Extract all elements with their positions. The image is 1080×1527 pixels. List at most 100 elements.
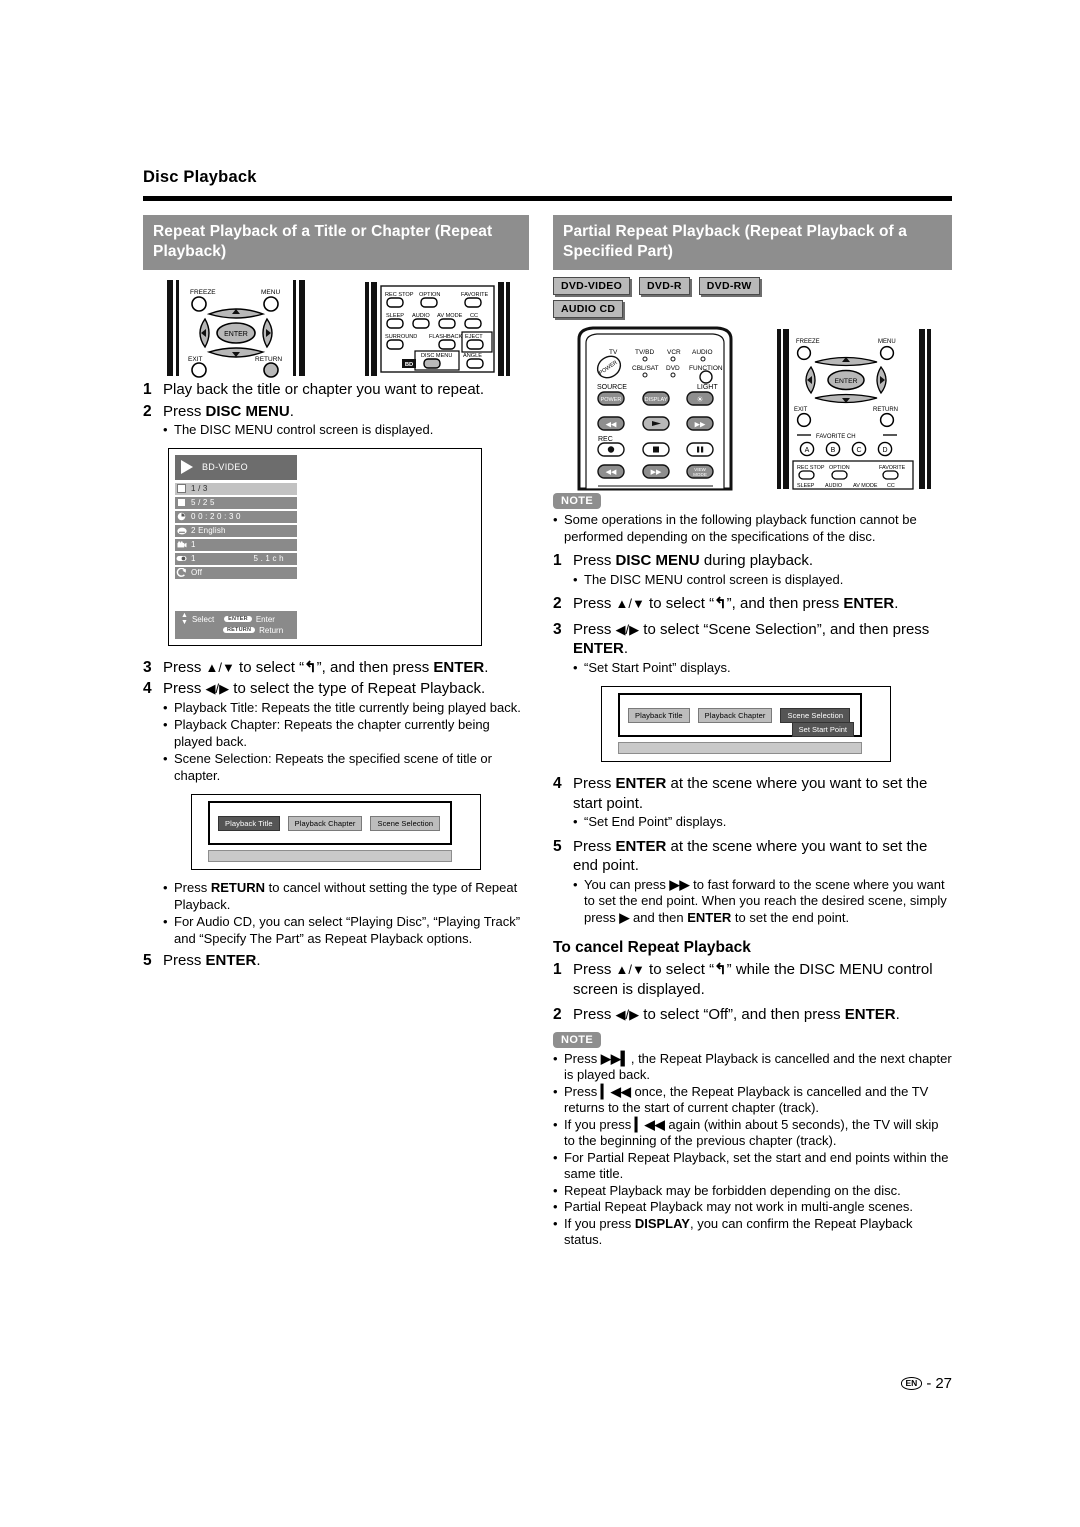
- bullet-item: • Press ▶▶▍, the Repeat Playback is canc…: [553, 1051, 952, 1084]
- remote-nav-and-keypad-illustration: FREEZE MENU ENTER EXIT RETURN REC STOP O…: [167, 280, 510, 378]
- bullet-item: • Some operations in the following playb…: [553, 512, 952, 545]
- row-value-secondary: 5 . 1 c h: [253, 554, 284, 564]
- svg-text:FLASHBACK: FLASHBACK: [429, 334, 463, 340]
- bullet-item: • Scene Selection: Repeats the specified…: [163, 751, 529, 784]
- bullet-text: The DISC MENU control screen is displaye…: [174, 422, 434, 437]
- screen-row-repeat[interactable]: Off: [175, 566, 297, 579]
- step-number: 3: [553, 620, 562, 638]
- bullet-dot: •: [573, 659, 578, 675]
- svg-text:DISPLAY: DISPLAY: [645, 397, 668, 403]
- svg-text:ENTER: ENTER: [224, 331, 248, 338]
- updown-arrow-icon: ▲ ▼: [181, 612, 188, 626]
- remote-main-illustration: TV TV/BD VCR AUDIO CBL/SAT DVD FUNCTION …: [577, 326, 733, 491]
- repeat-type-selector-illustration: Playback Title Playback Chapter Scene Se…: [191, 794, 483, 872]
- step-text: Press ENTER.: [163, 952, 261, 969]
- right-step-1-bullets: • The DISC MENU control screen is displa…: [553, 572, 952, 589]
- selector-playback-chapter-button[interactable]: Playback Chapter: [287, 816, 363, 831]
- selector-inner-frame: Playback Title Playback Chapter Scene Se…: [208, 801, 452, 845]
- bullet-item: • “Set End Point” displays.: [573, 814, 952, 831]
- row-value: Off: [191, 568, 203, 578]
- locale-badge: EN: [900, 1377, 923, 1390]
- step-text: Press ▲/▼ to select “↰” while the DISC M…: [573, 961, 933, 998]
- screen-title-bar: BD-VIDEO: [175, 454, 297, 480]
- bullet-item: • The DISC MENU control screen is displa…: [163, 422, 529, 439]
- row-value: 1 / 3: [191, 484, 208, 494]
- step-text: Play back the title or chapter you want …: [163, 381, 485, 398]
- svg-text:▶▶: ▶▶: [695, 422, 706, 429]
- repeat-glyph-icon: ↰: [304, 658, 317, 676]
- note-badge: NOTE: [553, 1031, 602, 1048]
- svg-text:DISC MENU: DISC MENU: [421, 353, 452, 359]
- legend-line-1: ▲ ▼ Select ENTER Enter: [175, 612, 297, 626]
- screen-row-angle[interactable]: 1: [175, 538, 297, 551]
- repeat-icon: [175, 568, 188, 578]
- legend-enter-label: Enter: [255, 614, 275, 624]
- svg-text:FREEZE: FREEZE: [190, 289, 216, 296]
- svg-text:A: A: [805, 447, 810, 454]
- bullet-item: • If you press ▎◀◀ again (within about 5…: [553, 1117, 952, 1150]
- selector-set-start-point-button[interactable]: Set Start Point: [791, 722, 854, 737]
- legend-select-label: Select: [191, 614, 215, 624]
- bullet-text: Press ▶▶▍, the Repeat Playback is cancel…: [564, 1050, 952, 1083]
- svg-text:TV/BD: TV/BD: [635, 349, 654, 356]
- svg-text:FAVORITE CH: FAVORITE CH: [816, 434, 856, 440]
- bullet-text: Press RETURN to cancel without setting t…: [174, 880, 518, 912]
- play-right-icon: ▶: [619, 909, 630, 925]
- screen-row-subtitle[interactable]: 2 English: [175, 524, 297, 537]
- svg-text:MODE: MODE: [693, 472, 707, 477]
- bullet-item: • Press RETURN to cancel without setting…: [163, 880, 529, 913]
- up-down-arrow-icon: ▲/▼: [615, 962, 645, 977]
- bullet-text: For Audio CD, you can select “Playing Di…: [174, 914, 521, 946]
- screen-row-audio[interactable]: 1 5 . 1 c h: [175, 552, 297, 565]
- step-number: 5: [553, 837, 562, 855]
- screen-row-time[interactable]: 0 0 : 2 0 : 3 0: [175, 510, 297, 523]
- right-step-5-bullets: • You can press ▶▶ to fast forward to th…: [553, 877, 952, 927]
- bullet-item: • For Audio CD, you can select “Playing …: [163, 914, 529, 947]
- bullet-dot: •: [553, 1215, 558, 1231]
- svg-text:REC STOP: REC STOP: [385, 292, 414, 298]
- bullet-text: “Set End Point” displays.: [584, 814, 727, 829]
- right-step-5: 5 Press ENTER at the scene where you wan…: [553, 837, 952, 876]
- skip-prev-icon: ▎◀◀: [634, 1116, 665, 1132]
- selector-playback-title-button[interactable]: Playback Title: [218, 816, 280, 831]
- svg-text:REC: REC: [598, 436, 613, 443]
- svg-text:AUDIO: AUDIO: [825, 483, 842, 489]
- row-value: 1: [191, 554, 196, 564]
- chapter-square-icon: [175, 499, 188, 507]
- selector-outer-frame: Playback Title Playback Chapter Scene Se…: [601, 686, 891, 762]
- right-note-bottom: NOTE: [553, 1030, 952, 1048]
- svg-text:FREEZE: FREEZE: [796, 339, 820, 345]
- selector-playback-title-button[interactable]: Playback Title: [628, 708, 690, 723]
- screen-row-list: 1 / 3 5 / 2 5 0 0 : 2 0 : 3 0 2 English …: [175, 482, 297, 579]
- selector-scene-selection-button[interactable]: Scene Selection: [780, 708, 851, 723]
- svg-text:DVD: DVD: [666, 365, 680, 372]
- svg-text:CC: CC: [887, 483, 895, 489]
- step-number: 2: [553, 1006, 562, 1023]
- disc-type-badges: DVD-VIDEO DVD-R DVD-RW AUDIO CD: [553, 277, 952, 318]
- selector-button-row: Playback Title Playback Chapter Scene Se…: [210, 803, 450, 831]
- row-value: 1: [191, 540, 196, 550]
- left-step-4: 4 Press ◀/▶ to select the type of Repeat…: [143, 679, 529, 699]
- right-step-3-bullets: • “Set Start Point” displays.: [553, 660, 952, 677]
- step-text: Press ◀/▶ to select “Off”, and then pres…: [573, 1006, 900, 1023]
- page-footer: EN - 27: [900, 1375, 952, 1392]
- left-step-3: 3 Press ▲/▼ to select “↰”, and then pres…: [143, 658, 529, 678]
- screen-row-title[interactable]: 1 / 3: [175, 482, 297, 495]
- remote-nav-pad-illustration: FREEZE MENU ENTER EXIT RETURN: [167, 280, 305, 378]
- step-text: Press DISC MENU.: [163, 402, 294, 420]
- svg-text:FAVORITE: FAVORITE: [879, 465, 906, 471]
- screen-row-chapter[interactable]: 5 / 2 5: [175, 496, 297, 509]
- selector-playback-chapter-button[interactable]: Playback Chapter: [697, 708, 773, 723]
- bullet-item: • Partial Repeat Playback may not work i…: [553, 1199, 952, 1216]
- step-text: Press ENTER at the scene where you want …: [573, 837, 928, 875]
- up-down-arrow-icon: ▲/▼: [615, 596, 645, 611]
- svg-text:▶▶: ▶▶: [651, 469, 662, 476]
- left-column: Repeat Playback of a Title or Chapter (R…: [143, 215, 529, 971]
- svg-text:RETURN: RETURN: [873, 407, 898, 413]
- bullet-dot: •: [163, 699, 168, 715]
- screen-frame: BD-VIDEO 1 / 3 5 / 2 5 0 0: 2 0: 3 0 2…: [168, 447, 482, 646]
- full-remote-and-nav-illustration: TV TV/BD VCR AUDIO CBL/SAT DVD FUNCTION …: [577, 326, 931, 491]
- scene-selection-illustration: Playback Title Playback Chapter Scene Se…: [601, 686, 893, 764]
- step-number: 5: [143, 952, 152, 969]
- selector-scene-selection-button[interactable]: Scene Selection: [370, 816, 441, 831]
